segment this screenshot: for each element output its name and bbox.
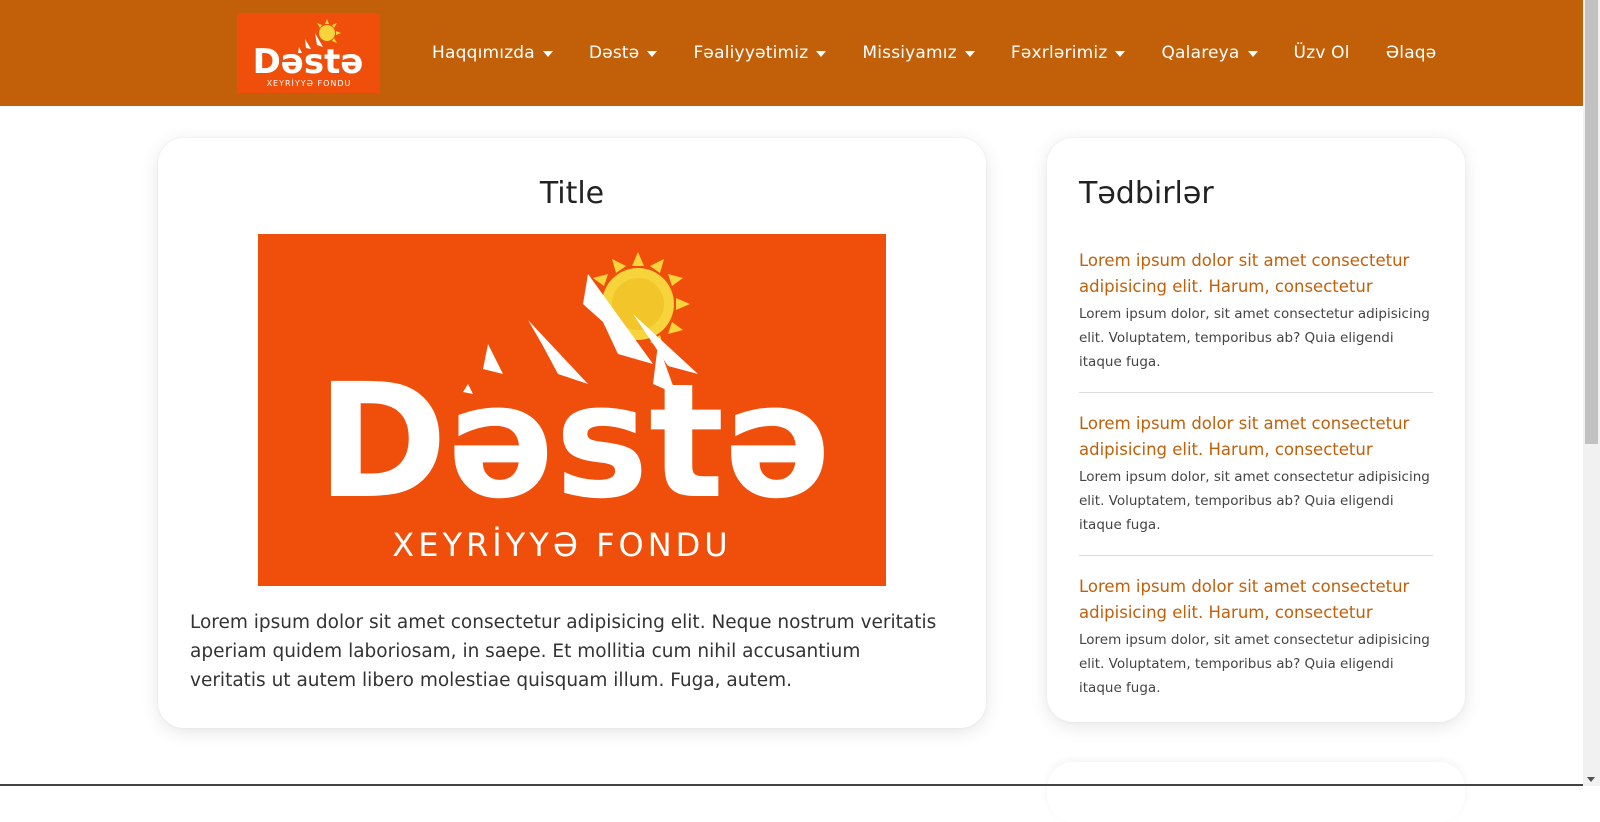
nav-item-5[interactable]: Qalareya bbox=[1143, 33, 1275, 73]
article-image: Dəstə XEYRİYYƏ FONDU bbox=[258, 234, 886, 586]
image-subtitle: XEYRİYYƏ FONDU bbox=[392, 526, 731, 564]
nav-item-0[interactable]: Haqqımızda bbox=[426, 33, 571, 73]
nav-item-label: Missiyamız bbox=[862, 43, 957, 63]
nav-item-2[interactable]: Fəaliyyətimiz bbox=[675, 33, 844, 73]
navbar: Dəstə XEYRİYYƏ FONDU Haqqımızda Dəstə Fəal… bbox=[0, 0, 1583, 106]
nav-item-label: Fəaliyyətimiz bbox=[693, 43, 809, 63]
events-title: Tədbirlər bbox=[1079, 176, 1214, 211]
nav-item-label: Fəxrlərimiz bbox=[1010, 43, 1108, 63]
event-title-link[interactable]: Lorem ipsum dolor sit amet consectetur a… bbox=[1079, 411, 1433, 463]
event-item: Lorem ipsum dolor sit amet consectetur a… bbox=[1079, 574, 1433, 718]
nav-item-1[interactable]: Dəstə bbox=[571, 33, 676, 73]
sun-graphic bbox=[593, 252, 690, 349]
nav-item-label: Dəstə bbox=[588, 43, 640, 63]
event-title-link[interactable]: Lorem ipsum dolor sit amet consectetur a… bbox=[1079, 574, 1433, 626]
logo-word: Dəstə bbox=[253, 42, 364, 82]
nav-item-3[interactable]: Missiyamız bbox=[844, 33, 993, 73]
nav-item-label: Üzv Ol bbox=[1293, 43, 1350, 63]
caret-down-icon bbox=[816, 51, 827, 57]
next-card bbox=[1047, 762, 1465, 822]
caret-down-icon bbox=[1247, 51, 1258, 57]
brand-logo[interactable]: Dəstə XEYRİYYƏ FONDU bbox=[237, 13, 380, 93]
page-scrollbar[interactable] bbox=[1583, 0, 1600, 786]
caret-down-icon bbox=[964, 51, 975, 57]
caret-down-icon bbox=[647, 51, 658, 57]
nav-item-4[interactable]: Fəxrlərimiz bbox=[993, 33, 1144, 73]
nav-item-7[interactable]: Əlaqə bbox=[1368, 33, 1455, 73]
logo-subtitle: XEYRİYYƏ FONDU bbox=[267, 78, 352, 88]
caret-down-icon bbox=[1115, 51, 1126, 57]
nav-item-6[interactable]: Üzv Ol bbox=[1276, 33, 1368, 73]
scroll-thumb[interactable] bbox=[1585, 0, 1598, 444]
image-word: Dəstə bbox=[316, 350, 831, 534]
article-title: Title bbox=[539, 176, 605, 211]
caret-down-icon bbox=[542, 51, 553, 57]
event-description: Lorem ipsum dolor, sit amet consectetur … bbox=[1079, 632, 1430, 696]
scroll-down-icon[interactable] bbox=[1587, 777, 1595, 782]
event-title-link[interactable]: Lorem ipsum dolor sit amet consectetur a… bbox=[1079, 248, 1433, 300]
nav-item-label: Haqqımızda bbox=[432, 43, 535, 63]
events-card: Tədbirlər Lorem ipsum dolor sit amet con… bbox=[1047, 138, 1465, 722]
event-item: Lorem ipsum dolor sit amet consectetur a… bbox=[1079, 411, 1433, 556]
events-list: Lorem ipsum dolor sit amet consectetur a… bbox=[1079, 248, 1433, 718]
event-description: Lorem ipsum dolor, sit amet consectetur … bbox=[1079, 306, 1430, 370]
event-description: Lorem ipsum dolor, sit amet consectetur … bbox=[1079, 469, 1430, 533]
nav-item-label: Əlaqə bbox=[1385, 43, 1437, 63]
nav-item-label: Qalareya bbox=[1161, 43, 1240, 63]
article-body: Lorem ipsum dolor sit amet consectetur a… bbox=[190, 612, 937, 691]
event-item: Lorem ipsum dolor sit amet consectetur a… bbox=[1079, 248, 1433, 393]
main-article-card: Title Dəstə XEYRİYYƏ FONDU Lorem ipsum d… bbox=[158, 138, 986, 728]
nav-menu: Haqqımızda Dəstə Fəaliyyətimiz Missiyamız Fə… bbox=[426, 0, 1454, 106]
